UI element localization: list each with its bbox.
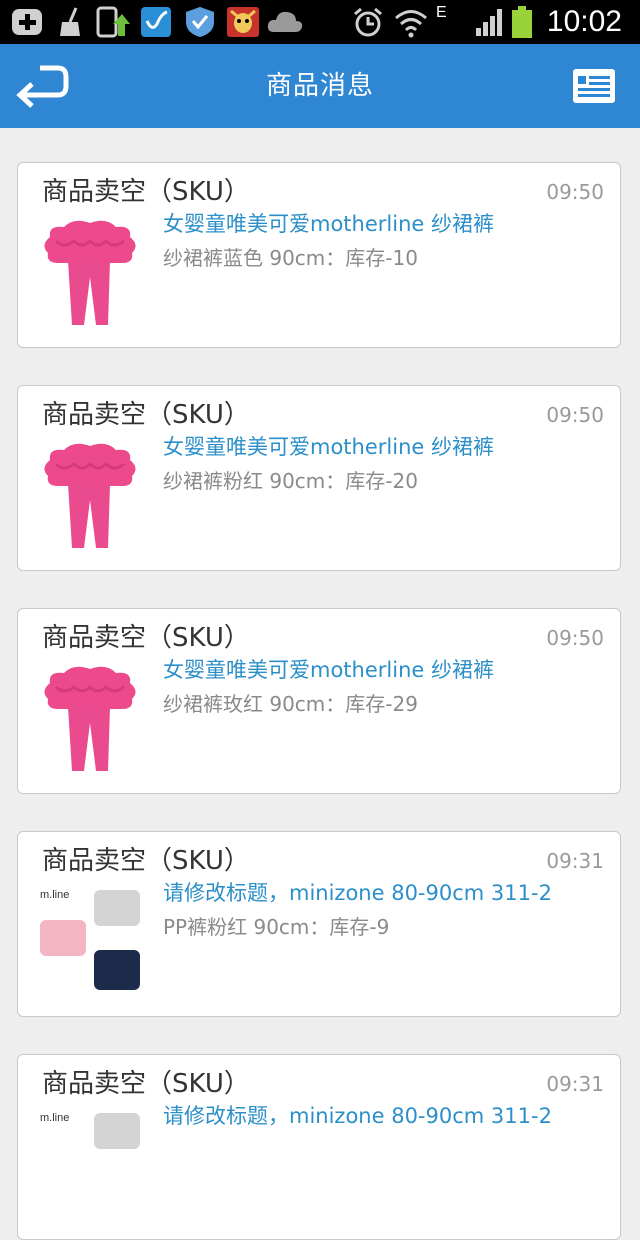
- message-time: 09:31: [546, 1072, 604, 1096]
- thumb-brand: m.line: [40, 889, 69, 901]
- header-bar: 商品消息: [0, 44, 640, 128]
- message-card[interactable]: 商品卖空（SKU） 09:50 女婴童唯美可爱motherline 纱裙裤 纱裙…: [17, 385, 621, 571]
- product-thumbnail: m.line: [40, 889, 140, 990]
- message-time: 09:50: [546, 403, 604, 427]
- check-app-icon: [141, 7, 171, 37]
- status-bar: E 10:02: [0, 0, 640, 44]
- product-thumbnail: [44, 443, 136, 548]
- network-type-label: E: [436, 4, 447, 21]
- sku-detail: 纱裙裤玫红 90cm：库存-29: [163, 692, 418, 716]
- thumb-brand: m.line: [40, 1112, 69, 1124]
- sku-detail: 纱裙裤蓝色 90cm：库存-10: [163, 246, 418, 270]
- product-link[interactable]: 女婴童唯美可爱motherline 纱裙裤: [163, 209, 494, 239]
- list-icon[interactable]: [572, 68, 616, 104]
- message-time: 09:50: [546, 626, 604, 650]
- page-title: 商品消息: [265, 71, 374, 101]
- clock: 10:02: [546, 5, 622, 38]
- product-link[interactable]: 女婴童唯美可爱motherline 纱裙裤: [163, 432, 494, 462]
- message-title: 商品卖空（SKU）: [42, 623, 250, 653]
- sku-detail: PP裤粉红 90cm：库存-9: [163, 915, 390, 939]
- sku-detail: 纱裙裤粉红 90cm：库存-20: [163, 469, 418, 493]
- product-thumbnail: [44, 666, 136, 771]
- cloud-icon: [267, 11, 303, 32]
- message-card[interactable]: 商品卖空（SKU） 09:31 m.line 请修改标题，minizone 80…: [17, 1054, 621, 1240]
- product-thumbnail: [44, 220, 136, 325]
- message-time: 09:31: [546, 849, 604, 873]
- product-link[interactable]: 请修改标题，minizone 80-90cm 311-2: [163, 878, 552, 908]
- product-link[interactable]: 请修改标题，minizone 80-90cm 311-2: [163, 1101, 552, 1131]
- battery-icon: [512, 6, 532, 38]
- product-thumbnail: m.line: [40, 1112, 140, 1149]
- message-title: 商品卖空（SKU）: [42, 400, 250, 430]
- message-time: 09:50: [546, 180, 604, 204]
- product-link[interactable]: 女婴童唯美可爱motherline 纱裙裤: [163, 655, 494, 685]
- message-card[interactable]: 商品卖空（SKU） 09:50 女婴童唯美可爱motherline 纱裙裤 纱裙…: [17, 608, 621, 794]
- add-icon: [12, 9, 42, 35]
- message-card[interactable]: 商品卖空（SKU） 09:50 女婴童唯美可爱motherline 纱裙裤 纱裙…: [17, 162, 621, 348]
- shield-icon: [186, 7, 214, 37]
- alarm-icon: [354, 7, 382, 37]
- message-title: 商品卖空（SKU）: [42, 177, 250, 207]
- message-card[interactable]: 商品卖空（SKU） 09:31 m.line 请修改标题，minizone 80…: [17, 831, 621, 1017]
- signal-icon: [476, 9, 502, 36]
- message-title: 商品卖空（SKU）: [42, 1069, 250, 1099]
- wifi-icon: [395, 10, 427, 38]
- broom-icon: [60, 7, 80, 36]
- message-title: 商品卖空（SKU）: [42, 846, 250, 876]
- app-update-icon: [96, 6, 130, 38]
- cow-app-icon: [227, 7, 259, 37]
